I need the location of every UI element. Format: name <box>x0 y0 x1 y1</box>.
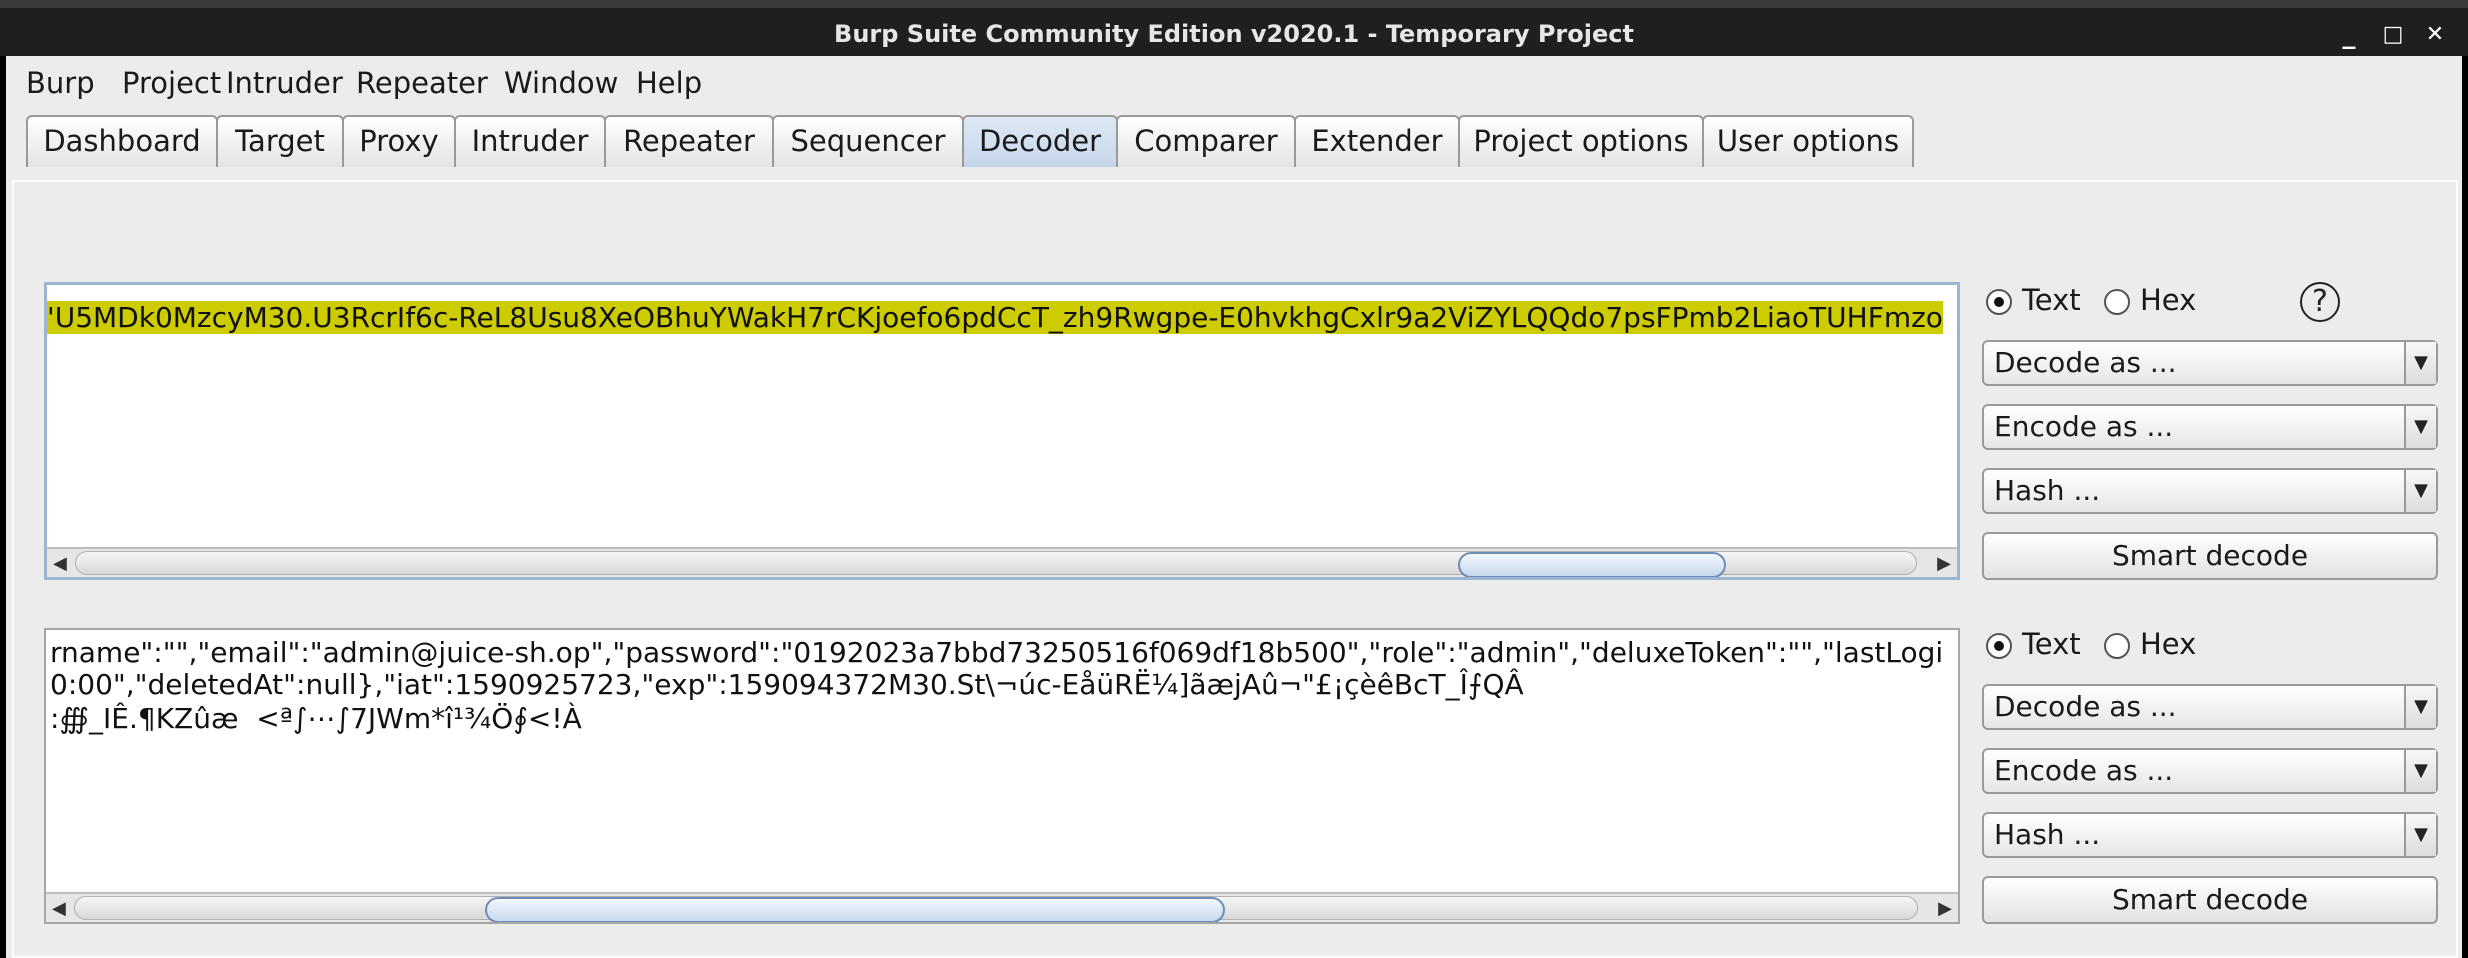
tab-project-options[interactable]: Project options <box>1458 115 1704 167</box>
chevron-down-icon: ▼ <box>2404 814 2436 856</box>
menu-project[interactable]: Project <box>122 66 221 100</box>
text-mode-radio[interactable] <box>1986 289 2012 315</box>
decoder-input-editor[interactable]: 'U5MDk0MzcyM30.U3RcrIf6c-ReL8Usu8XeOBhuY… <box>44 282 1960 580</box>
editor-line: :∰_IÊ.¶KZûæ <ª∫⋯∫7JWm*î¹¾Ö∮<!À <box>50 702 582 735</box>
menu-window[interactable]: Window <box>504 66 618 100</box>
chevron-down-icon: ▼ <box>2404 470 2436 512</box>
menu-help[interactable]: Help <box>636 66 702 100</box>
maximize-icon[interactable]: □ <box>2382 24 2404 46</box>
scroll-left-icon[interactable]: ◀ <box>53 553 67 574</box>
chevron-down-icon: ▼ <box>2404 686 2436 728</box>
hex-mode-label: Hex <box>2140 627 2197 661</box>
scroll-thumb[interactable] <box>1458 552 1726 577</box>
scroll-right-icon[interactable]: ▶ <box>1937 553 1951 574</box>
menu-intruder[interactable]: Intruder <box>226 66 343 100</box>
scroll-track[interactable] <box>75 551 1917 577</box>
scroll-left-icon[interactable]: ◀ <box>52 898 66 919</box>
decoder-output-editor[interactable]: rname":"","email":"admin@juice-sh.op","p… <box>44 628 1960 924</box>
hash-select[interactable]: Hash ... ▼ <box>1982 468 2438 514</box>
encode-as-select[interactable]: Encode as ... ▼ <box>1982 748 2438 794</box>
tab-extender[interactable]: Extender <box>1294 115 1460 167</box>
tab-intruder[interactable]: Intruder <box>454 115 606 167</box>
close-icon[interactable]: ✕ <box>2424 24 2446 46</box>
editor-line: 0:00","deletedAt":null},"iat":1590925723… <box>50 668 1524 701</box>
tab-user-options[interactable]: User options <box>1702 115 1914 167</box>
hex-mode-label: Hex <box>2140 283 2197 317</box>
decode-as-label: Decode as ... <box>1994 690 2177 723</box>
app-window: Burp Project Intruder Repeater Window He… <box>6 56 2462 958</box>
menu-repeater[interactable]: Repeater <box>356 66 488 100</box>
decode-as-select[interactable]: Decode as ... ▼ <box>1982 340 2438 386</box>
text-mode-label: Text <box>2022 627 2081 661</box>
decoder-content: 'U5MDk0MzcyM30.U3RcrIf6c-ReL8Usu8XeOBhuY… <box>12 180 2458 958</box>
editor-line: rname":"","email":"admin@juice-sh.op","p… <box>50 636 1944 669</box>
text-mode-label: Text <box>2022 283 2081 317</box>
encode-as-label: Encode as ... <box>1994 754 2174 787</box>
horizontal-scrollbar[interactable]: ◀ ▶ <box>47 547 1957 577</box>
menu-burp[interactable]: Burp <box>26 66 95 100</box>
tab-dashboard[interactable]: Dashboard <box>26 115 218 167</box>
smart-decode-button[interactable]: Smart decode <box>1982 532 2438 580</box>
chevron-down-icon: ▼ <box>2404 406 2436 448</box>
scroll-track[interactable] <box>74 896 1918 922</box>
decode-as-select[interactable]: Decode as ... ▼ <box>1982 684 2438 730</box>
chevron-down-icon: ▼ <box>2404 342 2436 384</box>
tab-decoder[interactable]: Decoder <box>962 115 1118 167</box>
hash-label: Hash ... <box>1994 818 2101 851</box>
menu-bar: Burp Project Intruder Repeater Window He… <box>6 56 2462 108</box>
window-title: Burp Suite Community Edition v2020.1 - T… <box>834 20 1634 48</box>
tab-sequencer[interactable]: Sequencer <box>772 115 964 167</box>
tab-comparer[interactable]: Comparer <box>1116 115 1296 167</box>
smart-decode-button[interactable]: Smart decode <box>1982 876 2438 924</box>
scroll-thumb[interactable] <box>485 897 1225 922</box>
title-bar: Burp Suite Community Edition v2020.1 - T… <box>0 0 2468 56</box>
encode-as-label: Encode as ... <box>1994 410 2174 443</box>
hex-mode-radio[interactable] <box>2104 633 2130 659</box>
help-icon[interactable]: ? <box>2300 282 2340 322</box>
minimize-icon[interactable]: _ <box>2338 22 2360 48</box>
decode-as-label: Decode as ... <box>1994 346 2177 379</box>
chevron-down-icon: ▼ <box>2404 750 2436 792</box>
hash-label: Hash ... <box>1994 474 2101 507</box>
tab-proxy[interactable]: Proxy <box>342 115 456 167</box>
tab-target[interactable]: Target <box>216 115 344 167</box>
hex-mode-radio[interactable] <box>2104 289 2130 315</box>
hash-select[interactable]: Hash ... ▼ <box>1982 812 2438 858</box>
horizontal-scrollbar[interactable]: ◀ ▶ <box>46 892 1958 922</box>
editor-line: 'U5MDk0MzcyM30.U3RcrIf6c-ReL8Usu8XeOBhuY… <box>47 301 1943 334</box>
scroll-right-icon[interactable]: ▶ <box>1938 898 1952 919</box>
text-mode-radio[interactable] <box>1986 633 2012 659</box>
encode-as-select[interactable]: Encode as ... ▼ <box>1982 404 2438 450</box>
tab-repeater[interactable]: Repeater <box>604 115 774 167</box>
